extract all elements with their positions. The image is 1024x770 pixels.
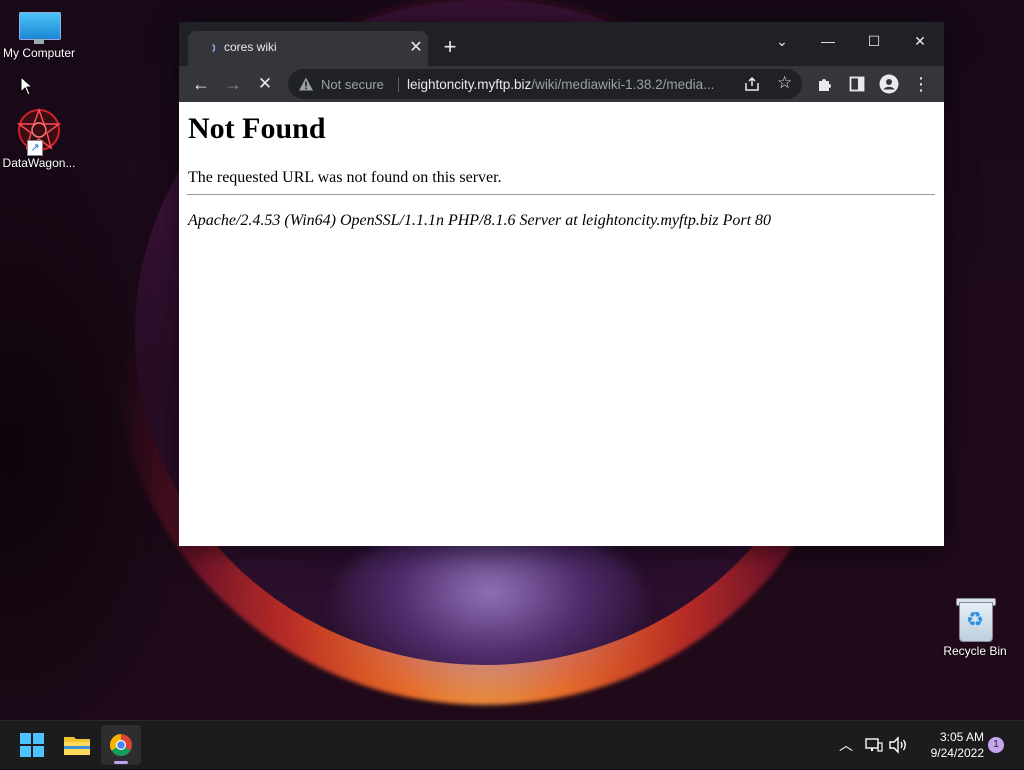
- file-explorer-button[interactable]: [57, 725, 97, 765]
- tab-close-button[interactable]: ✕: [406, 38, 426, 58]
- desktop-icon-my-computer[interactable]: My Computer: [0, 10, 78, 60]
- avatar-icon: [879, 74, 899, 94]
- url-host: leightoncity.myftp.biz: [407, 77, 532, 92]
- active-indicator: [114, 761, 128, 764]
- notification-badge[interactable]: 1: [988, 737, 1004, 753]
- address-bar[interactable]: Not secure leightoncity.myftp.biz/wiki/m…: [288, 69, 802, 99]
- system-clock[interactable]: 3:05 AM 9/24/2022: [912, 729, 984, 761]
- security-status-label[interactable]: Not secure: [321, 77, 384, 92]
- desktop-icon-label: Recycle Bin: [943, 644, 1007, 658]
- error-message: The requested URL was not found on this …: [188, 169, 502, 186]
- browser-window: cores wiki ✕ + ⌄ — ☐ ✕ ← → ✕ Not secure …: [179, 22, 944, 546]
- page-content: Not Found The requested URL was not foun…: [179, 102, 944, 546]
- new-tab-button[interactable]: +: [437, 36, 463, 60]
- close-window-button[interactable]: ✕: [897, 26, 943, 56]
- tab-title: cores wiki: [224, 40, 277, 54]
- monitor-icon: [17, 10, 61, 44]
- start-icon: [20, 733, 44, 757]
- browser-menu-button[interactable]: ⋮: [907, 70, 935, 98]
- recycle-bin-icon: ♻: [955, 596, 996, 642]
- warning-icon[interactable]: [298, 76, 314, 92]
- side-panel-icon: [849, 76, 865, 92]
- minimize-button[interactable]: —: [805, 26, 851, 56]
- tab-cores-wiki[interactable]: cores wiki ✕: [188, 31, 428, 66]
- url-text[interactable]: leightoncity.myftp.biz/wiki/mediawiki-1.…: [407, 77, 737, 92]
- stop-loading-button[interactable]: ✕: [251, 70, 279, 98]
- share-icon[interactable]: [743, 75, 761, 93]
- desktop-icon-label: DataWagon...: [2, 156, 76, 170]
- maximize-button[interactable]: ☐: [851, 26, 897, 56]
- start-button[interactable]: [12, 725, 52, 765]
- url-path: /wiki/mediawiki-1.38.2/media...: [531, 77, 715, 92]
- loading-favicon-icon: [204, 42, 216, 54]
- mouse-cursor-icon: [20, 76, 34, 96]
- puzzle-icon: [819, 79, 831, 91]
- extensions-button[interactable]: [811, 70, 839, 98]
- clock-date: 9/24/2022: [930, 746, 984, 760]
- divider: [187, 194, 935, 195]
- desktop-icon-datawagon[interactable]: ↗ DataWagon...: [0, 106, 78, 170]
- address-separator: [398, 77, 399, 92]
- chrome-icon: [110, 734, 132, 756]
- back-button[interactable]: ←: [187, 70, 215, 98]
- clock-time: 3:05 AM: [939, 730, 984, 744]
- show-hidden-icons-button[interactable]: ︿: [836, 735, 856, 755]
- desktop-icon-recycle-bin[interactable]: ♻ Recycle Bin: [936, 596, 1014, 658]
- browser-toolbar: ← → ✕ Not secure leightoncity.myftp.biz/…: [179, 66, 944, 102]
- file-explorer-icon: [64, 737, 90, 755]
- profile-button[interactable]: [875, 70, 903, 98]
- taskbar: ︿ 3:05 AM 9/24/2022 1: [0, 720, 1024, 769]
- datawagon-icon: ↗: [15, 106, 63, 156]
- shortcut-arrow-icon: ↗: [27, 140, 43, 156]
- network-icon[interactable]: [864, 735, 884, 755]
- wallpaper-highlight: [330, 520, 650, 700]
- side-panel-button[interactable]: [843, 70, 871, 98]
- server-signature: Apache/2.4.53 (Win64) OpenSSL/1.1.1n PHP…: [188, 212, 772, 229]
- forward-button[interactable]: →: [219, 70, 247, 98]
- volume-icon[interactable]: [888, 735, 908, 755]
- tab-strip: cores wiki ✕ + ⌄ — ☐ ✕: [179, 22, 944, 66]
- tab-search-button[interactable]: ⌄: [759, 26, 805, 56]
- desktop-icon-label: My Computer: [2, 46, 76, 60]
- page-title: Not Found: [188, 112, 326, 145]
- chrome-button[interactable]: [101, 725, 141, 765]
- bookmark-star-icon[interactable]: ☆: [777, 74, 792, 92]
